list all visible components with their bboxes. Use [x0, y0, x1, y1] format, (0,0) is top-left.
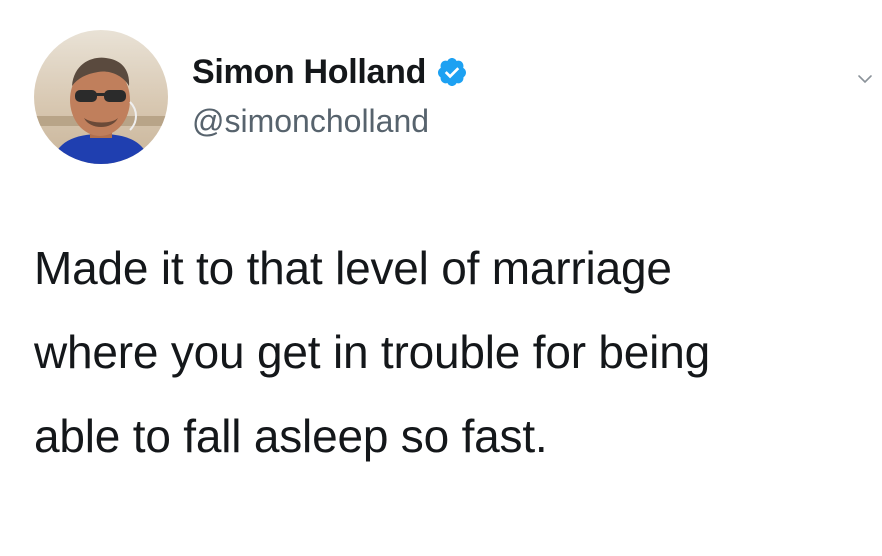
- author-display-name[interactable]: Simon Holland: [192, 52, 426, 92]
- verified-badge-icon: [436, 56, 468, 88]
- avatar-photo: [34, 30, 168, 164]
- author-name-row[interactable]: Simon Holland: [192, 52, 468, 92]
- chevron-down-icon[interactable]: [856, 70, 874, 88]
- tweet-card: Simon Holland @simoncholland Made it to …: [0, 0, 882, 556]
- author-avatar[interactable]: [34, 30, 168, 164]
- tweet-text: Made it to that level of marriage where …: [34, 242, 710, 462]
- author-handle[interactable]: @simoncholland: [192, 101, 429, 141]
